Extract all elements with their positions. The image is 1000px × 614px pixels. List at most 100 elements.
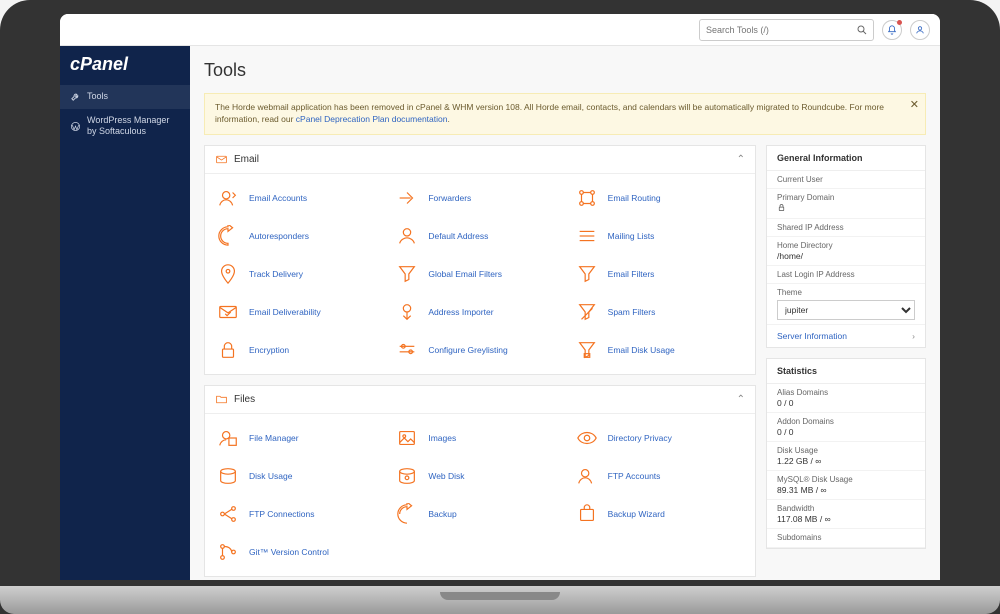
forwarders-icon: [394, 185, 420, 211]
tool-backup-wizard[interactable]: Backup Wizard: [572, 498, 747, 530]
tool-default-address[interactable]: Default Address: [392, 220, 567, 252]
wrench-icon: [70, 91, 81, 102]
tool-label: Email Deliverability: [249, 307, 321, 317]
configure-greylisting-icon: [394, 337, 420, 363]
folder-icon: [215, 393, 228, 406]
tool-email-deliverability[interactable]: Email Deliverability: [213, 296, 388, 328]
notifications-button[interactable]: [882, 20, 902, 40]
info-last-login: Last Login IP Address: [767, 266, 925, 284]
panel-general-info: General Information Current User Primary…: [766, 145, 926, 348]
directory-privacy-icon: [574, 425, 600, 451]
stat-subdomains: Subdomains: [767, 529, 925, 548]
images-icon: [394, 425, 420, 451]
global-email-filters-icon: [394, 261, 420, 287]
mailing-lists-icon: [574, 223, 600, 249]
tool-label: Address Importer: [428, 307, 493, 317]
autoresponders-icon: [215, 223, 241, 249]
tool-autoresponders[interactable]: Autoresponders: [213, 220, 388, 252]
tool-directory-privacy[interactable]: Directory Privacy: [572, 422, 747, 454]
backup-wizard-icon: [574, 501, 600, 527]
stat-bandwidth: Bandwidth117.08 MB / ∞: [767, 500, 925, 529]
tool-forwarders[interactable]: Forwarders: [392, 182, 567, 214]
tool-label: Global Email Filters: [428, 269, 502, 279]
account-button[interactable]: [910, 20, 930, 40]
panel-files: Files ⌃ File Manager Images Directory Priv…: [204, 385, 756, 577]
stat-mysql-disk-usage: MySQL® Disk Usage89.31 MB / ∞: [767, 471, 925, 500]
tool-track-delivery[interactable]: Track Delivery: [213, 258, 388, 290]
tool-disk-usage[interactable]: Disk Usage: [213, 460, 388, 492]
chevron-up-icon: ⌃: [737, 154, 745, 165]
tool-label: Disk Usage: [249, 471, 292, 481]
panel-header-files[interactable]: Files ⌃: [205, 386, 755, 414]
info-home-dir: Home Directory /home/: [767, 237, 925, 266]
tool-email-disk-usage[interactable]: Email Disk Usage: [572, 334, 747, 366]
tool-label: File Manager: [249, 433, 299, 443]
sidebar-item-tools[interactable]: Tools: [60, 85, 190, 109]
search-input[interactable]: [699, 19, 874, 41]
tool-configure-greylisting[interactable]: Configure Greylisting: [392, 334, 567, 366]
tool-label: Images: [428, 433, 456, 443]
address-importer-icon: [394, 299, 420, 325]
tool-mailing-lists[interactable]: Mailing Lists: [572, 220, 747, 252]
tool-encryption[interactable]: Encryption: [213, 334, 388, 366]
info-primary-domain: Primary Domain: [767, 189, 925, 219]
tool-label: Backup Wizard: [608, 509, 665, 519]
panel-title: Files: [234, 394, 255, 405]
tool-label: Email Disk Usage: [608, 345, 675, 355]
sidebar-item-label: WordPress Manager by Softaculous: [87, 115, 180, 138]
tool-label: FTP Accounts: [608, 471, 661, 481]
lock-icon: [777, 203, 786, 212]
tool-label: Directory Privacy: [608, 433, 672, 443]
tool-label: Configure Greylisting: [428, 345, 507, 355]
main-content: Tools The Horde webmail application has …: [190, 46, 940, 580]
stat-disk-usage: Disk Usage1.22 GB / ∞: [767, 442, 925, 471]
tool-label: Email Accounts: [249, 193, 307, 203]
tool-label: Default Address: [428, 231, 488, 241]
server-information-link[interactable]: Server Information ›: [767, 325, 925, 347]
web-disk-icon: [394, 463, 420, 489]
panel-header-email[interactable]: Email ⌃: [205, 146, 755, 174]
panel-title: Statistics: [767, 359, 925, 384]
tool-label: Git™ Version Control: [249, 547, 329, 557]
email-deliverability-icon: [215, 299, 241, 325]
bell-icon: [887, 25, 897, 35]
alert-text-end: .: [447, 114, 449, 124]
tool-web-disk[interactable]: Web Disk: [392, 460, 567, 492]
tool-spam-filters[interactable]: Spam Filters: [572, 296, 747, 328]
tool-file-manager[interactable]: File Manager: [213, 422, 388, 454]
tool-label: Mailing Lists: [608, 231, 655, 241]
tool-label: Email Routing: [608, 193, 661, 203]
default-address-icon: [394, 223, 420, 249]
tool-git-version-control[interactable]: Git™ Version Control: [213, 536, 388, 568]
tool-backup[interactable]: Backup: [392, 498, 567, 530]
tool-global-email-filters[interactable]: Global Email Filters: [392, 258, 567, 290]
info-shared-ip: Shared IP Address: [767, 219, 925, 237]
close-icon[interactable]: ✕: [910, 98, 919, 113]
tool-label: FTP Connections: [249, 509, 315, 519]
tool-ftp-connections[interactable]: FTP Connections: [213, 498, 388, 530]
stat-addon-domains: Addon Domains0 / 0: [767, 413, 925, 442]
stat-alias-domains: Alias Domains0 / 0: [767, 384, 925, 413]
tool-label: Forwarders: [428, 193, 471, 203]
tool-ftp-accounts[interactable]: FTP Accounts: [572, 460, 747, 492]
email-filters-icon: [574, 261, 600, 287]
info-theme: Theme jupiter: [767, 284, 925, 325]
tool-email-accounts[interactable]: Email Accounts: [213, 182, 388, 214]
panel-email: Email ⌃ Email Accounts Forwarders Email Ro…: [204, 145, 756, 375]
tool-images[interactable]: Images: [392, 422, 567, 454]
tool-label: Backup: [428, 509, 456, 519]
tool-address-importer[interactable]: Address Importer: [392, 296, 567, 328]
sidebar-item-wordpress-manager[interactable]: WordPress Manager by Softaculous: [60, 109, 190, 144]
disk-usage-icon: [215, 463, 241, 489]
tool-label: Track Delivery: [249, 269, 303, 279]
search-wrap: [699, 19, 930, 41]
tool-email-filters[interactable]: Email Filters: [572, 258, 747, 290]
tool-email-routing[interactable]: Email Routing: [572, 182, 747, 214]
theme-select[interactable]: jupiter: [777, 300, 915, 320]
page-title: Tools: [204, 60, 926, 81]
info-current-user: Current User: [767, 171, 925, 189]
git-version-control-icon: [215, 539, 241, 565]
search-icon: [856, 24, 868, 36]
user-icon: [915, 25, 925, 35]
alert-link[interactable]: cPanel Deprecation Plan documentation: [296, 114, 448, 124]
